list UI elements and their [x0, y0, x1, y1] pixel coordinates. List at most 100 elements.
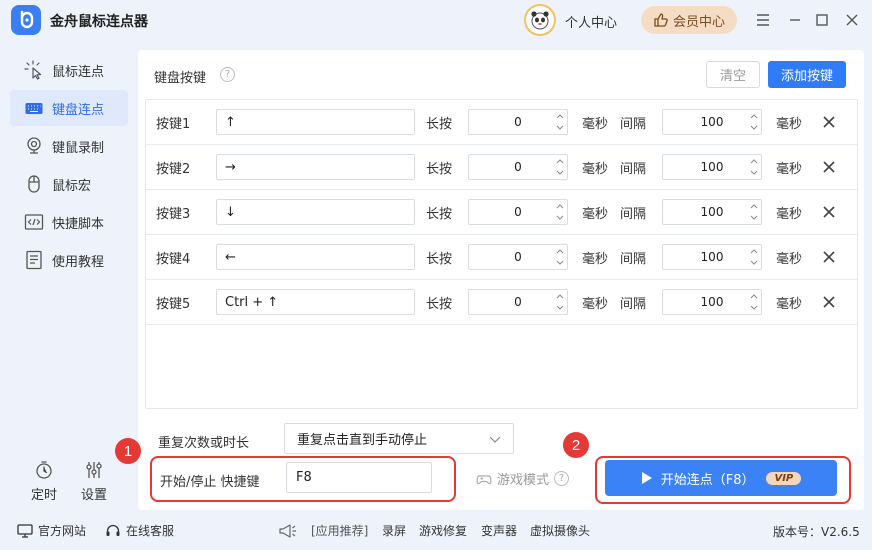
monitor-icon [17, 523, 33, 538]
timer-button[interactable]: 定时 [24, 460, 64, 503]
ms-label: 毫秒 [776, 297, 803, 312]
key-name: 按键1 [156, 117, 191, 132]
sidebar-item-keyboard-click[interactable]: 键盘连点 [10, 90, 128, 126]
stepper-arrows-icon[interactable] [749, 157, 759, 177]
sidebar-item-label: 键鼠录制 [52, 140, 105, 156]
interval-stepper[interactable]: 100 [662, 109, 762, 135]
section-title: 键盘按键 [154, 71, 207, 86]
user-center-link[interactable]: 个人中心 [565, 12, 617, 31]
key-input[interactable]: ← [216, 244, 415, 270]
footer-link-virtual-camera[interactable]: 虚拟摄像头 [530, 522, 590, 539]
hold-duration-stepper[interactable]: 0 [468, 154, 568, 180]
interval-stepper[interactable]: 100 [662, 244, 762, 270]
interval-stepper[interactable]: 100 [662, 289, 762, 315]
close-icon [846, 14, 858, 26]
stepper-arrows-icon[interactable] [749, 247, 759, 267]
sidebar-item-mouse-click[interactable]: 鼠标连点 [10, 52, 128, 88]
hold-duration-value: 0 [514, 295, 522, 309]
bottom-bar: 官方网站 在线客服 [应用推荐] 录屏 游戏修复 变声器 虚拟摄像头 版本号：V… [0, 512, 872, 550]
app-logo-icon [11, 5, 41, 35]
menu-button[interactable] [753, 10, 773, 30]
table-row: 按键2 → 长按 0 毫秒 间隔 100 毫秒 [146, 145, 857, 190]
footer-link-game-repair[interactable]: 游戏修复 [419, 522, 467, 539]
game-mode-toggle[interactable]: 游戏模式 ? [476, 469, 570, 488]
delete-row-icon[interactable] [821, 204, 837, 220]
hold-duration-stepper[interactable]: 0 [468, 289, 568, 315]
megaphone-icon [279, 523, 296, 538]
recommend-section: [应用推荐] [278, 522, 368, 539]
gamepad-icon [476, 474, 492, 484]
ms-label: 毫秒 [582, 117, 609, 132]
ms-label: 毫秒 [582, 297, 609, 312]
recommend-label: [应用推荐] [311, 524, 369, 538]
maximize-button[interactable] [812, 10, 832, 30]
help-icon[interactable]: ? [554, 471, 570, 486]
hold-duration-stepper[interactable]: 0 [468, 109, 568, 135]
footer-link-voice-changer[interactable]: 变声器 [481, 522, 517, 539]
stepper-arrows-icon[interactable] [555, 292, 565, 312]
key-input[interactable]: → [216, 154, 415, 180]
minimize-button[interactable] [785, 10, 805, 30]
ms-label: 毫秒 [776, 162, 803, 177]
sidebar-item-script[interactable]: 快捷脚本 [10, 204, 128, 240]
stepper-arrows-icon[interactable] [555, 247, 565, 267]
official-site-label: 官方网站 [38, 524, 87, 538]
sidebar-item-tutorial[interactable]: 使用教程 [10, 242, 128, 278]
version-label: 版本号：V2.6.5 [773, 525, 860, 539]
interval-stepper[interactable]: 100 [662, 199, 762, 225]
key-input[interactable]: ↑ [216, 109, 415, 135]
interval-stepper[interactable]: 100 [662, 154, 762, 180]
key-input[interactable]: Ctrl + ↑ [216, 289, 415, 315]
clear-button[interactable]: 清空 [706, 61, 760, 88]
close-button[interactable] [842, 10, 862, 30]
stepper-arrows-icon[interactable] [749, 202, 759, 222]
add-key-button[interactable]: 添加按键 [768, 61, 846, 88]
key-name: 按键2 [156, 162, 191, 177]
sidebar-item-label: 快捷脚本 [52, 216, 105, 232]
settings-button[interactable]: 设置 [74, 460, 114, 503]
thumb-up-icon [654, 13, 668, 27]
user-avatar[interactable] [524, 4, 556, 36]
hamburger-menu-icon [757, 14, 769, 26]
key-name: 按键5 [156, 297, 191, 312]
hotkey-input[interactable]: F8 [286, 462, 432, 493]
repeat-mode-value: 重复点击直到手动停止 [297, 433, 428, 448]
vip-center-button[interactable]: 会员中心 [641, 6, 737, 34]
interval-label: 间隔 [620, 162, 647, 177]
interval-value: 100 [700, 250, 724, 264]
hold-duration-value: 0 [514, 250, 522, 264]
stepper-arrows-icon[interactable] [555, 112, 565, 132]
timer-label: 定时 [30, 488, 57, 503]
app-title: 金舟鼠标连点器 [50, 14, 148, 30]
interval-value: 100 [700, 205, 724, 219]
repeat-mode-select[interactable]: 重复点击直到手动停止 [284, 423, 514, 454]
interval-label: 间隔 [620, 207, 647, 222]
sidebar-item-mouse-macro[interactable]: 鼠标宏 [10, 166, 128, 202]
sidebar-item-record[interactable]: 键鼠录制 [10, 128, 128, 164]
main-panel: 键盘按键 ? 清空 添加按键 按键1 ↑ 长按 0 毫秒 间隔 100 毫秒 按… [138, 50, 864, 510]
hold-label: 长按 [426, 252, 453, 267]
ms-label: 毫秒 [582, 207, 609, 222]
delete-row-icon[interactable] [821, 294, 837, 310]
footer-link-screen-record[interactable]: 录屏 [382, 522, 406, 539]
delete-row-icon[interactable] [821, 159, 837, 175]
online-support-link[interactable]: 在线客服 [105, 522, 174, 539]
stepper-arrows-icon[interactable] [555, 157, 565, 177]
start-clicking-button[interactable]: 开始连点（F8） VIP [605, 460, 837, 496]
table-row: 按键1 ↑ 长按 0 毫秒 间隔 100 毫秒 [146, 100, 857, 145]
delete-row-icon[interactable] [821, 249, 837, 265]
help-icon[interactable]: ? [220, 67, 235, 82]
stepper-arrows-icon[interactable] [749, 292, 759, 312]
hold-duration-stepper[interactable]: 0 [468, 199, 568, 225]
key-input[interactable]: ↓ [216, 199, 415, 225]
sidebar-item-label: 鼠标宏 [52, 178, 92, 194]
stepper-arrows-icon[interactable] [749, 112, 759, 132]
stepper-arrows-icon[interactable] [555, 202, 565, 222]
hold-duration-stepper[interactable]: 0 [468, 244, 568, 270]
interval-label: 间隔 [620, 252, 647, 267]
official-site-link[interactable]: 官方网站 [17, 522, 86, 539]
interval-label: 间隔 [620, 117, 647, 132]
hold-label: 长按 [426, 117, 453, 132]
delete-row-icon[interactable] [821, 114, 837, 130]
table-row: 按键5 Ctrl + ↑ 长按 0 毫秒 间隔 100 毫秒 [146, 280, 857, 325]
